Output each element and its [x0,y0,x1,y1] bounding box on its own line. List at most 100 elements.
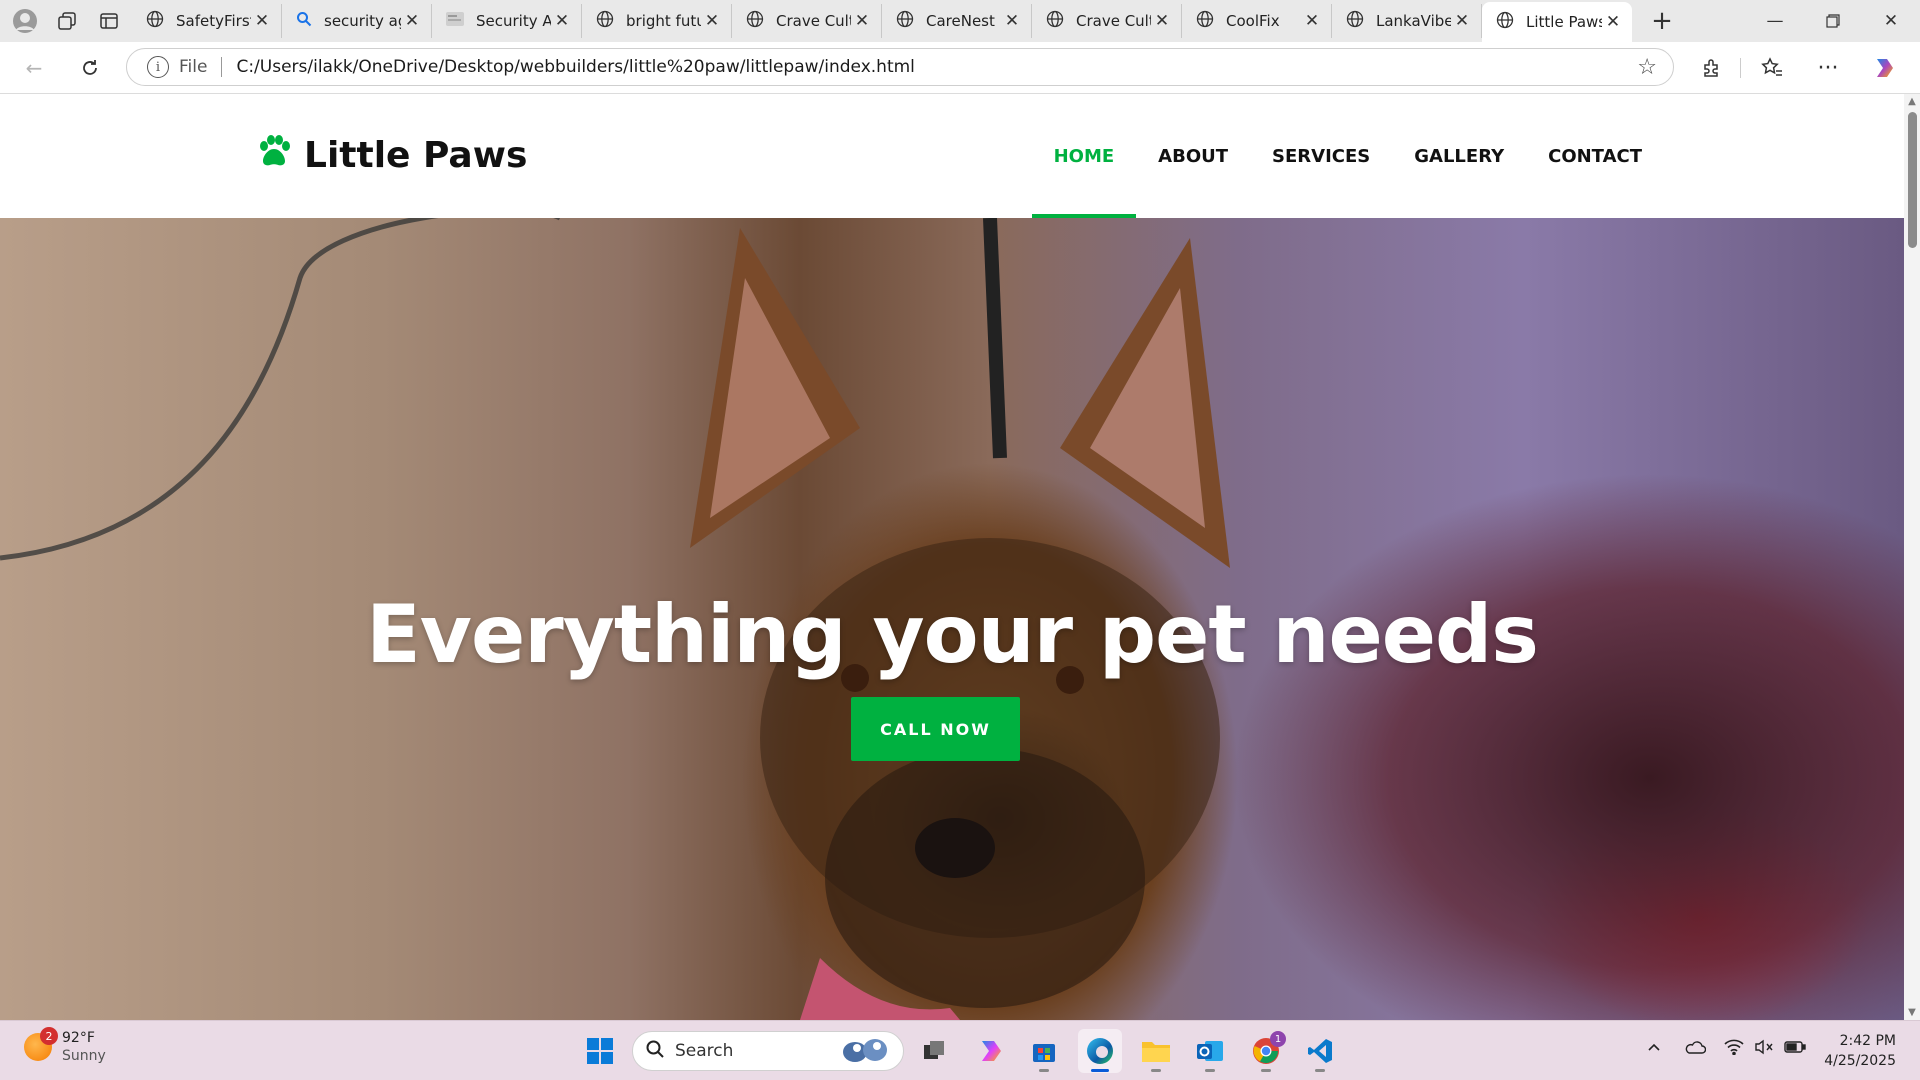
search-placeholder: Search [675,1041,734,1061]
new-tab-button[interactable]: + [1642,4,1682,38]
site-logo[interactable]: Little Paws [256,134,527,177]
nav-home[interactable]: HOME [1031,94,1137,218]
close-icon[interactable]: ✕ [401,11,423,31]
onedrive-cloud-icon[interactable] [1684,1039,1707,1059]
nav-about[interactable]: ABOUT [1136,94,1250,218]
browser-tab[interactable]: LankaVibe ✕ [1332,4,1482,38]
close-icon[interactable]: ✕ [1301,11,1323,31]
running-indicator [1315,1069,1325,1072]
start-button[interactable] [578,1029,622,1073]
chrome-app-icon[interactable]: 1 [1244,1029,1288,1073]
tab-title: security ag [324,12,401,30]
browser-tab-active[interactable]: Little Paws ✕ [1482,2,1632,42]
tab-title: CoolFix [1226,12,1280,30]
running-indicator [1091,1069,1109,1072]
store-app-icon[interactable] [1022,1029,1066,1073]
copilot-icon[interactable] [1866,50,1902,86]
outlook-app-icon[interactable] [1188,1029,1232,1073]
extensions-icon[interactable] [1694,50,1730,86]
close-icon[interactable]: ✕ [1602,12,1624,32]
close-icon[interactable]: ✕ [1001,11,1023,31]
close-icon[interactable]: ✕ [851,11,873,31]
running-indicator [1151,1069,1161,1072]
browser-tab[interactable]: SafetyFirst ✕ [132,4,282,38]
wifi-icon[interactable] [1724,1039,1744,1059]
file-explorer-icon[interactable] [1134,1029,1178,1073]
browser-tab[interactable]: Crave Cultu ✕ [1032,4,1182,38]
scheme-label: File [179,57,208,77]
url-text[interactable]: C:/Users/ilakk/OneDrive/Desktop/webbuild… [236,57,914,77]
browser-tab[interactable]: CareNest ✕ [882,4,1032,38]
address-toolbar: ← i File C:/Users/ilakk/OneDrive/Desktop… [0,42,1920,94]
profile-avatar-icon[interactable] [8,4,42,38]
page-thumbnail-icon [446,12,464,30]
divider [221,57,223,77]
minimize-button[interactable]: — [1746,0,1804,42]
back-button[interactable]: ← [16,50,52,86]
tab-title: LankaVibe [1376,12,1451,30]
globe-icon [146,10,164,32]
weather-temp: 92°F [62,1030,95,1046]
tab-actions-icon[interactable] [92,4,126,38]
browser-tab[interactable]: Security Ag ✕ [432,4,582,38]
volume-muted-icon[interactable] [1754,1039,1774,1059]
close-icon[interactable]: ✕ [251,11,273,31]
page-scrollbar[interactable]: ▲ ▼ [1904,94,1920,1020]
clock-date: 4/25/2025 [1824,1053,1896,1069]
close-icon[interactable]: ✕ [551,11,573,31]
hero-banner: Everything your pet needs CALL NOW [0,218,1904,1020]
close-icon[interactable]: ✕ [1151,11,1173,31]
battery-icon[interactable] [1784,1039,1806,1058]
nav-services[interactable]: SERVICES [1250,94,1392,218]
restore-button[interactable] [1804,0,1862,42]
globe-icon [1196,10,1214,32]
edge-app-icon[interactable] [1078,1029,1122,1073]
browser-tab[interactable]: bright futu ✕ [582,4,732,38]
browser-tab[interactable]: Crave Cultu ✕ [732,4,882,38]
globe-icon [746,10,764,32]
paw-icon [256,134,292,177]
tab-title: SafetyFirst [176,12,251,30]
browser-tab[interactable]: CoolFix ✕ [1182,4,1332,38]
running-indicator [1205,1069,1215,1072]
weather-condition: Sunny [62,1048,106,1064]
vscode-app-icon[interactable] [1298,1029,1342,1073]
address-bar[interactable]: i File C:/Users/ilakk/OneDrive/Desktop/w… [126,48,1674,86]
globe-icon [1346,10,1364,32]
running-indicator [1039,1069,1049,1072]
close-window-button[interactable]: ✕ [1862,0,1920,42]
close-icon[interactable]: ✕ [1451,11,1473,31]
workspaces-icon[interactable] [50,4,84,38]
taskbar-search[interactable]: Search [632,1031,904,1071]
nav-gallery[interactable]: GALLERY [1392,94,1526,218]
scrollbar-thumb[interactable] [1908,112,1917,248]
tab-title: Security Ag [476,12,551,30]
weather-widget[interactable]: 2 92°F Sunny [24,1027,106,1065]
copilot-app-icon[interactable] [968,1029,1012,1073]
browser-tab-strip: SafetyFirst ✕ security ag ✕ Security Ag … [0,0,1920,42]
scroll-down-arrow-icon[interactable]: ▼ [1907,1007,1917,1018]
brand-name: Little Paws [304,135,528,176]
globe-icon [896,10,914,32]
favorite-star-icon[interactable]: ☆ [1637,55,1657,80]
nav-contact[interactable]: CONTACT [1526,94,1664,218]
task-view-icon[interactable] [912,1029,956,1073]
hero-title: Everything your pet needs [366,588,1539,681]
search-icon [645,1039,665,1064]
main-nav: HOME ABOUT SERVICES GALLERY CONTACT [1031,94,1664,218]
more-menu-icon[interactable]: ··· [1810,50,1846,86]
globe-icon [1046,10,1064,32]
favorites-icon[interactable] [1754,50,1790,86]
close-icon[interactable]: ✕ [701,11,723,31]
scroll-up-arrow-icon[interactable]: ▲ [1907,96,1917,107]
call-now-button[interactable]: CALL NOW [851,697,1020,761]
browser-tab[interactable]: security ag ✕ [282,4,432,38]
system-clock[interactable]: 2:42 PM 4/25/2025 [1824,1031,1896,1071]
info-icon[interactable]: i [147,56,169,78]
notification-badge: 2 [40,1027,58,1045]
search-highlight-icon [837,1034,893,1069]
show-hidden-icons-chevron-icon[interactable] [1646,1039,1662,1059]
refresh-button[interactable] [72,50,108,86]
search-icon [296,11,312,31]
web-page: Little Paws HOME ABOUT SERVICES GALLERY … [0,94,1904,1020]
